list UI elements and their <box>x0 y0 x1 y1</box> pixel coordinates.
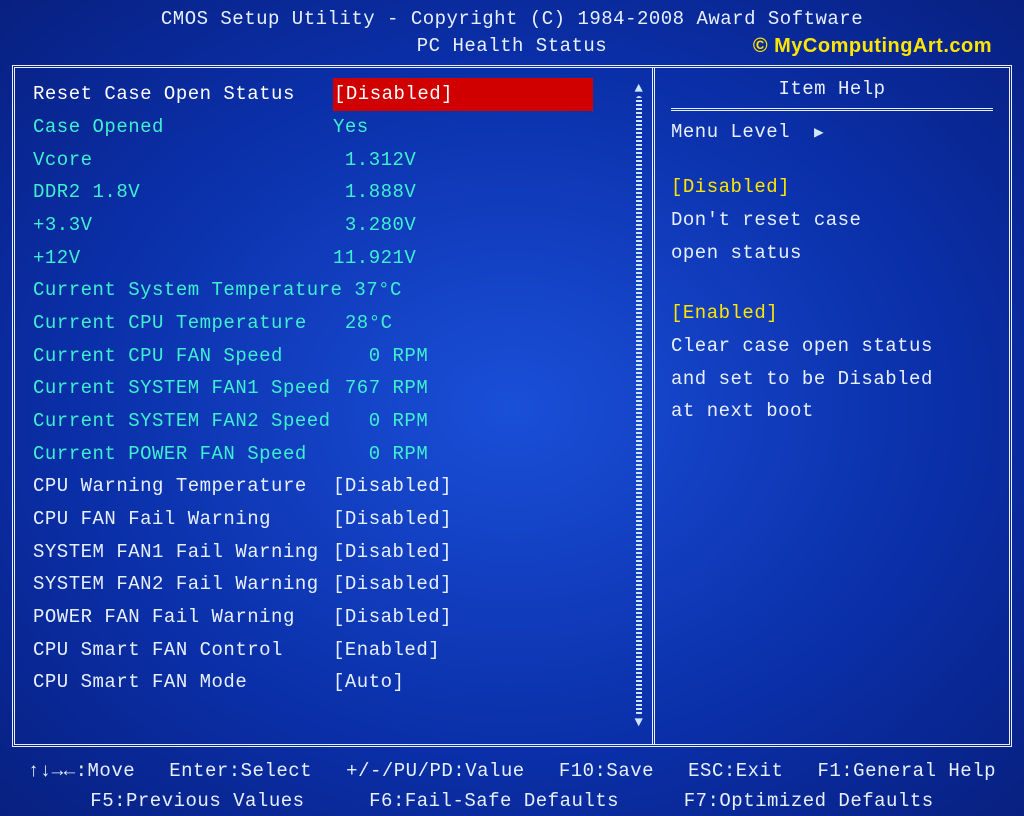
setting-value: 1.312V <box>333 144 593 177</box>
setting-row[interactable]: CPU Smart FAN Mode[Auto] <box>33 666 644 699</box>
setting-label: Vcore <box>33 144 333 177</box>
setting-row: +3.3V 3.280V <box>33 209 644 242</box>
footer-key: ESC:Exit <box>688 757 783 786</box>
setting-row[interactable]: Reset Case Open Status[Disabled] <box>33 78 644 111</box>
setting-row: Vcore 1.312V <box>33 144 644 177</box>
setting-value[interactable]: [Disabled] <box>333 568 593 601</box>
setting-value[interactable]: [Disabled] <box>333 536 593 569</box>
header: CMOS Setup Utility - Copyright (C) 1984-… <box>12 6 1012 65</box>
help-text: Clear case open status <box>671 330 993 363</box>
setting-value: 0 RPM <box>333 340 593 373</box>
footer-key: F10:Save <box>559 757 654 786</box>
setting-label: Current System Temperature <box>33 274 342 307</box>
setting-label: CPU FAN Fail Warning <box>33 503 333 536</box>
setting-row: DDR2 1.8V 1.888V <box>33 176 644 209</box>
footer-key: F1:General Help <box>817 757 996 786</box>
setting-row: Current CPU Temperature 28°C <box>33 307 644 340</box>
setting-label: CPU Smart FAN Control <box>33 634 333 667</box>
help-text: at next boot <box>671 395 993 428</box>
footer-key: F5:Previous Values <box>90 787 304 816</box>
menu-level-arrow-icon: ▶ <box>814 122 824 142</box>
setting-row: Current System Temperature 37°C <box>33 274 644 307</box>
scrollbar[interactable]: ▲ ▼ <box>632 82 646 730</box>
setting-row[interactable]: POWER FAN Fail Warning[Disabled] <box>33 601 644 634</box>
setting-value: 11.921V <box>333 242 593 275</box>
setting-label: SYSTEM FAN1 Fail Warning <box>33 536 333 569</box>
help-text: open status <box>671 237 993 270</box>
setting-label: DDR2 1.8V <box>33 176 333 209</box>
setting-row: Current SYSTEM FAN1 Speed 767 RPM <box>33 372 644 405</box>
setting-value: Yes <box>333 111 593 144</box>
setting-label: Current SYSTEM FAN1 Speed <box>33 372 333 405</box>
help-pane: Item Help Menu Level ▶ [Disabled]Don't r… <box>655 68 1009 744</box>
setting-row: Current CPU FAN Speed 0 RPM <box>33 340 644 373</box>
setting-label: CPU Smart FAN Mode <box>33 666 333 699</box>
footer-row-1: ↑↓→←:Move Enter:Select +/-/PU/PD:Value F10:… <box>28 757 996 786</box>
scroll-up-icon[interactable]: ▲ <box>635 82 644 96</box>
setting-label: SYSTEM FAN2 Fail Warning <box>33 568 333 601</box>
setting-label: +12V <box>33 242 333 275</box>
footer-key: F7:Optimized Defaults <box>684 787 934 816</box>
setting-value: 0 RPM <box>333 405 593 438</box>
setting-value: 28°C <box>333 307 593 340</box>
setting-row[interactable]: SYSTEM FAN2 Fail Warning[Disabled] <box>33 568 644 601</box>
setting-label: POWER FAN Fail Warning <box>33 601 333 634</box>
help-title: Item Help <box>671 78 993 111</box>
setting-row[interactable]: CPU Warning Temperature[Disabled] <box>33 470 644 503</box>
setting-row: Current SYSTEM FAN2 Speed 0 RPM <box>33 405 644 438</box>
setting-value[interactable]: [Enabled] <box>333 634 593 667</box>
footer-key: Enter:Select <box>169 757 312 786</box>
help-heading: [Disabled] <box>671 171 993 204</box>
setting-row[interactable]: CPU FAN Fail Warning[Disabled] <box>33 503 644 536</box>
setting-label: Current CPU Temperature <box>33 307 333 340</box>
menu-level: Menu Level ▶ <box>671 121 993 143</box>
setting-label: Current CPU FAN Speed <box>33 340 333 373</box>
menu-level-label: Menu Level <box>671 121 790 143</box>
setting-row[interactable]: CPU Smart FAN Control[Enabled] <box>33 634 644 667</box>
footer-key: +/-/PU/PD:Value <box>346 757 525 786</box>
setting-value: 1.888V <box>333 176 593 209</box>
setting-value: 3.280V <box>333 209 593 242</box>
setting-label: Reset Case Open Status <box>33 78 333 111</box>
footer-key: F6:Fail-Safe Defaults <box>369 787 619 816</box>
setting-row: +12V11.921V <box>33 242 644 275</box>
scroll-down-icon[interactable]: ▼ <box>635 716 644 730</box>
setting-value: 37°C <box>342 274 602 307</box>
setting-row: Case OpenedYes <box>33 111 644 144</box>
help-text: and set to be Disabled <box>671 363 993 396</box>
setting-label: Case Opened <box>33 111 333 144</box>
setting-label: Current POWER FAN Speed <box>33 438 333 471</box>
setting-row[interactable]: SYSTEM FAN1 Fail Warning[Disabled] <box>33 536 644 569</box>
footer-keys: ↑↓→←:Move Enter:Select +/-/PU/PD:Value F10:… <box>12 747 1012 816</box>
header-title: CMOS Setup Utility - Copyright (C) 1984-… <box>12 6 1012 33</box>
watermark: © MyComputingArt.com <box>753 32 992 60</box>
setting-label: Current SYSTEM FAN2 Speed <box>33 405 333 438</box>
setting-value[interactable]: [Disabled] <box>333 470 593 503</box>
main-area: Reset Case Open Status[Disabled]Case Ope… <box>12 65 1012 747</box>
setting-value[interactable]: [Disabled] <box>333 503 593 536</box>
setting-row: Current POWER FAN Speed 0 RPM <box>33 438 644 471</box>
footer-row-2: F5:Previous Values F6:Fail-Safe Defaults F… <box>28 787 996 816</box>
setting-value: 0 RPM <box>333 438 593 471</box>
settings-pane[interactable]: Reset Case Open Status[Disabled]Case Ope… <box>15 68 655 744</box>
setting-label: CPU Warning Temperature <box>33 470 333 503</box>
setting-label: +3.3V <box>33 209 333 242</box>
setting-value[interactable]: [Disabled] <box>333 78 593 111</box>
setting-value[interactable]: [Disabled] <box>333 601 593 634</box>
footer-key: ↑↓→←:Move <box>28 757 135 786</box>
scrollbar-track[interactable] <box>636 96 642 716</box>
setting-value: 767 RPM <box>333 372 593 405</box>
bios-screen: CMOS Setup Utility - Copyright (C) 1984-… <box>0 0 1024 816</box>
help-text: Don't reset case <box>671 204 993 237</box>
setting-value[interactable]: [Auto] <box>333 666 593 699</box>
help-heading: [Enabled] <box>671 297 993 330</box>
